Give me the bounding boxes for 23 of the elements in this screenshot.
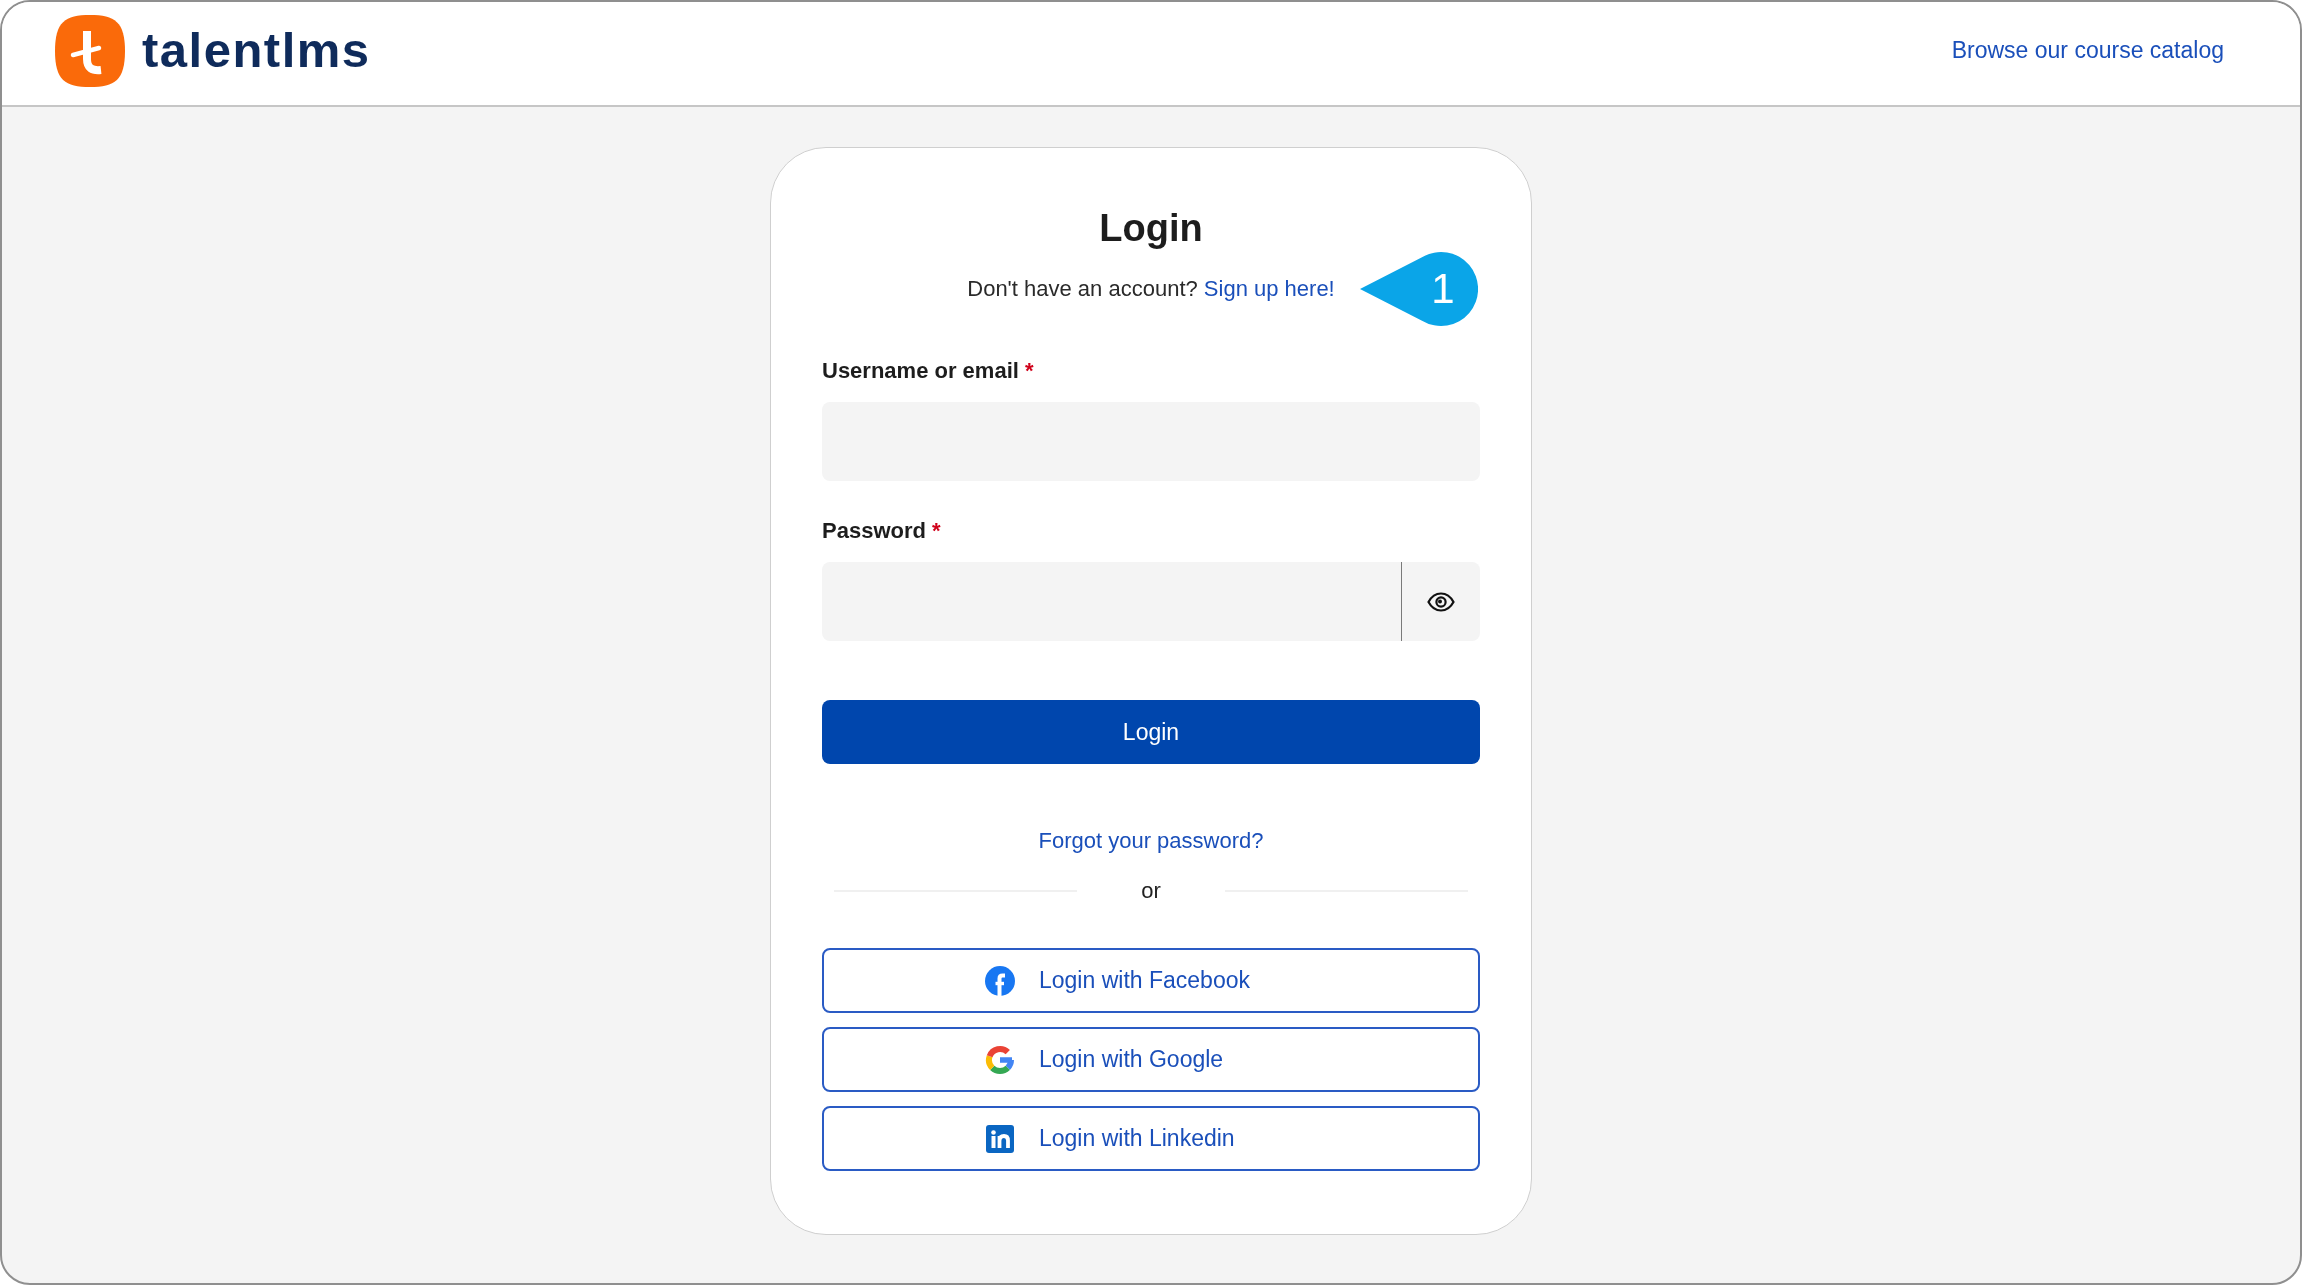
signup-prompt: Don't have an account? Sign up here! (967, 275, 1335, 303)
password-field[interactable] (822, 562, 1401, 641)
google-icon (985, 1044, 1015, 1075)
required-mark: * (931, 517, 941, 545)
logo-text: talentlms (142, 26, 371, 75)
social-login-button[interactable]: Login with Linkedin (822, 1106, 1480, 1171)
linkedin-icon (985, 1123, 1015, 1154)
field-label: Username or email (822, 357, 1019, 385)
social-login-button[interactable]: Login with Facebook (822, 948, 1480, 1013)
callout-badge: 1 (1360, 251, 1478, 327)
field-label: Password (822, 517, 926, 545)
logo-icon (54, 13, 126, 88)
facebook-icon (985, 965, 1015, 996)
catalog-link[interactable]: Browse our course catalog (1951, 37, 2224, 64)
required-mark: * (1024, 357, 1034, 385)
social-login-button[interactable]: Login with Google (822, 1027, 1480, 1092)
show-password-button[interactable] (1401, 562, 1480, 641)
login-title: Login (1098, 206, 1204, 251)
signup-link[interactable]: Sign up here! (1203, 276, 1335, 301)
divider-text: or (1141, 877, 1161, 905)
eye-icon (1427, 591, 1455, 612)
login-button[interactable]: Login (822, 700, 1480, 764)
forgot-password-link[interactable]: Forgot your password? (1038, 825, 1264, 857)
